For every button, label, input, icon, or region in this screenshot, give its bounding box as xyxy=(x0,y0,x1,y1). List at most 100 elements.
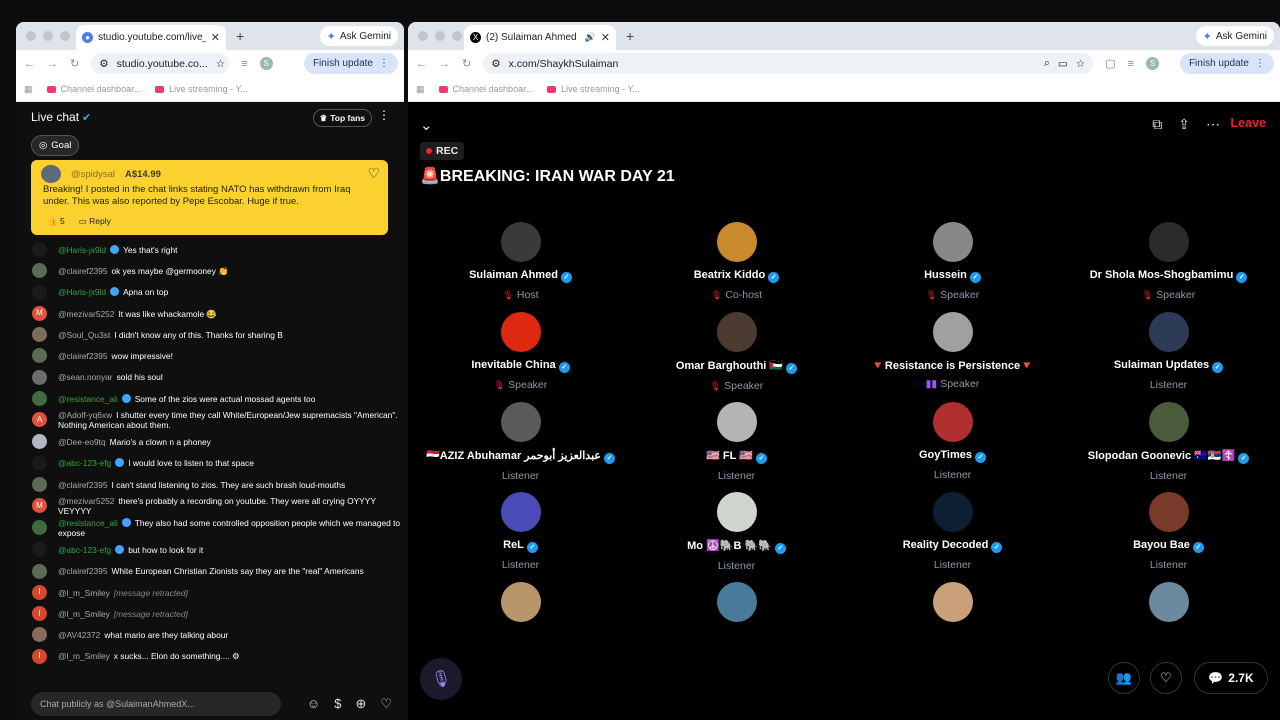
chat-message[interactable]: @Haris-jx9ld Apna on top xyxy=(16,282,404,303)
tab-live-chat[interactable]: ● studio.youtube.com/live_chat ✕ xyxy=(76,25,226,50)
avatar[interactable] xyxy=(32,520,47,536)
apps-icon[interactable]: ▦ xyxy=(24,84,33,95)
avatar[interactable] xyxy=(716,492,757,532)
chat-message[interactable]: @clairef2395 ok yes maybe @germooney 👏 xyxy=(16,260,404,281)
leave-button[interactable]: Leave xyxy=(1231,116,1266,130)
finish-update-button[interactable]: Finish update ⋮ xyxy=(1179,53,1274,74)
chat-message[interactable]: @resistance_ali They also had some contro… xyxy=(16,517,404,539)
heart-icon[interactable]: ♡ xyxy=(367,165,380,182)
chat-message[interactable]: A @Adolf-yq6xw I shutter every time they c… xyxy=(16,409,404,431)
message-username[interactable]: @resistance_ali xyxy=(58,394,118,404)
back-icon[interactable]: ← xyxy=(24,58,35,70)
extensions-icon[interactable]: ▢ xyxy=(1105,57,1115,70)
message-username[interactable]: @abc-123-efg xyxy=(58,458,111,468)
avatar[interactable] xyxy=(32,369,47,385)
message-username[interactable]: @abc-123-efg xyxy=(58,545,111,555)
avatar[interactable] xyxy=(1148,582,1189,622)
participant[interactable]: Omar Barghouthi 🇵🇸 ✓ 🎙 Speaker xyxy=(629,312,844,392)
chat-message[interactable]: @resistance_ali Some of the zios were act… xyxy=(16,388,404,409)
participant[interactable]: Sulaiman Updates ✓ Listener xyxy=(1061,312,1276,391)
chat-message[interactable]: @clairef2395 wow impressive! xyxy=(16,345,404,366)
forward-icon[interactable]: → xyxy=(47,58,58,70)
avatar[interactable]: I xyxy=(32,584,47,600)
message-username[interactable]: @clairef2395 xyxy=(58,266,107,276)
avatar[interactable] xyxy=(1148,222,1189,262)
back-icon[interactable]: ← xyxy=(416,58,427,70)
avatar[interactable] xyxy=(716,402,757,442)
people-button[interactable]: 👥 xyxy=(1108,662,1140,694)
avatar[interactable] xyxy=(932,222,973,262)
participant[interactable]: Beatrix Kiddo ✓ 🎙 Co-host xyxy=(629,222,844,301)
avatar[interactable] xyxy=(32,455,47,471)
new-tab-icon[interactable]: + xyxy=(236,28,244,44)
participant[interactable]: GoyTimes ✓ Listener xyxy=(845,402,1060,481)
bookmark-channel-dashboard[interactable]: Channel dashboar... xyxy=(438,84,533,94)
participant[interactable]: ReL ✓ Listener xyxy=(413,492,628,571)
bookmark-live-streaming[interactable]: Live streaming - Y... xyxy=(547,84,640,94)
avatar[interactable] xyxy=(1148,402,1189,442)
avatar[interactable] xyxy=(32,542,47,558)
avatar[interactable] xyxy=(500,312,541,352)
more-options-icon[interactable]: ⋯ xyxy=(1206,116,1220,133)
avatar[interactable]: I xyxy=(32,606,47,622)
chat-message[interactable]: M @mezivar5252 there's probably a recordin… xyxy=(16,495,404,517)
message-username[interactable]: @AV42372 xyxy=(58,630,100,640)
avatar[interactable] xyxy=(932,312,973,352)
super-chat-card[interactable]: @spidysal A$14.99 ♡ Breaking! I posted i… xyxy=(31,160,388,235)
reply-button[interactable]: ▭ Reply xyxy=(79,216,111,227)
minimize-icon[interactable]: ⧉ xyxy=(1152,116,1162,133)
chat-message[interactable]: @Soul_Qu3st I didn't know any of this. Th… xyxy=(16,324,404,345)
participant[interactable] xyxy=(413,582,628,622)
avatar[interactable]: I xyxy=(32,648,47,664)
chat-message[interactable]: @clairef2395 I can't stand listening to z… xyxy=(16,474,404,495)
chevron-down-icon[interactable]: ⌄ xyxy=(420,116,433,134)
mic-button[interactable]: 🎙 xyxy=(420,658,462,700)
participant[interactable]: Bayou Bae ✓ Listener xyxy=(1061,492,1276,571)
participant[interactable]: Reality Decoded ✓ Listener xyxy=(845,492,1060,571)
avatar[interactable] xyxy=(32,434,47,450)
message-username[interactable]: @Haris-jx9ld xyxy=(58,245,106,255)
participant[interactable]: Sulaiman Ahmed ✓ 🎙 Host xyxy=(413,222,628,301)
message-username[interactable]: @Adolf-yq6xw xyxy=(58,410,112,420)
avatar[interactable] xyxy=(32,263,47,279)
chat-message[interactable]: M @mezivar5252 It was like whackamole 😂 xyxy=(16,303,404,324)
participant[interactable]: 🔻Resistance is Persistence🔻 ▮▮ Speaker xyxy=(845,312,1060,390)
like-button[interactable]: 👍 5 xyxy=(47,216,65,227)
chat-message[interactable]: @Haris-jx9ld Yes that's right xyxy=(16,239,404,260)
super-chat-icon[interactable]: $ xyxy=(334,696,341,712)
bookmark-star-icon[interactable]: ☆ xyxy=(1076,58,1085,70)
avatar[interactable] xyxy=(716,222,757,262)
chat-message[interactable]: @abc-123-efg but how to look for it xyxy=(16,539,404,560)
site-info-icon[interactable]: ⚙ xyxy=(99,58,108,70)
message-username[interactable]: @clairef2395 xyxy=(58,480,107,490)
apps-icon[interactable]: ▦ xyxy=(416,84,425,95)
message-username[interactable]: @l_m_Smiley xyxy=(58,609,110,619)
reload-icon[interactable]: ↻ xyxy=(462,57,471,70)
share-icon[interactable]: ⇪ xyxy=(1178,116,1190,133)
participant[interactable] xyxy=(1061,582,1276,622)
chat-message[interactable]: @Dee-eo9tq Mario's a clown n a phoney xyxy=(16,431,404,452)
avatar[interactable]: A xyxy=(32,412,47,428)
profile-avatar[interactable]: S xyxy=(259,57,273,70)
close-tab-icon[interactable]: ✕ xyxy=(211,31,220,44)
reactions-button[interactable]: ♡ xyxy=(1150,662,1182,694)
message-username[interactable]: @Dee-eo9tq xyxy=(58,437,106,447)
avatar[interactable] xyxy=(32,627,47,643)
forward-icon[interactable]: → xyxy=(439,58,450,70)
bookmark-live-streaming[interactable]: Live streaming - Y... xyxy=(155,84,248,94)
chat-message[interactable]: @sean.nonyar sold his soul xyxy=(16,367,404,388)
avatar[interactable] xyxy=(932,492,973,532)
chat-message[interactable]: @abc-123-efg I would love to listen to th… xyxy=(16,453,404,474)
message-username[interactable]: @resistance_ali xyxy=(58,518,118,528)
avatar[interactable] xyxy=(932,402,973,442)
emoji-icon[interactable]: ☺ xyxy=(307,696,320,712)
ask-gemini-button[interactable]: ✦ Ask Gemini xyxy=(319,26,398,46)
address-bar[interactable]: ⚙ studio.youtube.co... ☆ xyxy=(91,53,230,74)
participant[interactable]: Slopodan Goonevic 🇦🇺🇷🇸☦️ ✓ Listener xyxy=(1061,402,1276,482)
bookmark-channel-dashboard[interactable]: Channel dashboar... xyxy=(46,84,141,94)
heart-icon[interactable]: ♡ xyxy=(380,696,392,712)
profile-avatar[interactable]: S xyxy=(1146,57,1160,70)
chat-message[interactable]: I @l_m_Smiley [message retracted] xyxy=(16,603,404,624)
message-username[interactable]: @clairef2395 xyxy=(58,566,107,576)
avatar[interactable] xyxy=(716,582,757,622)
